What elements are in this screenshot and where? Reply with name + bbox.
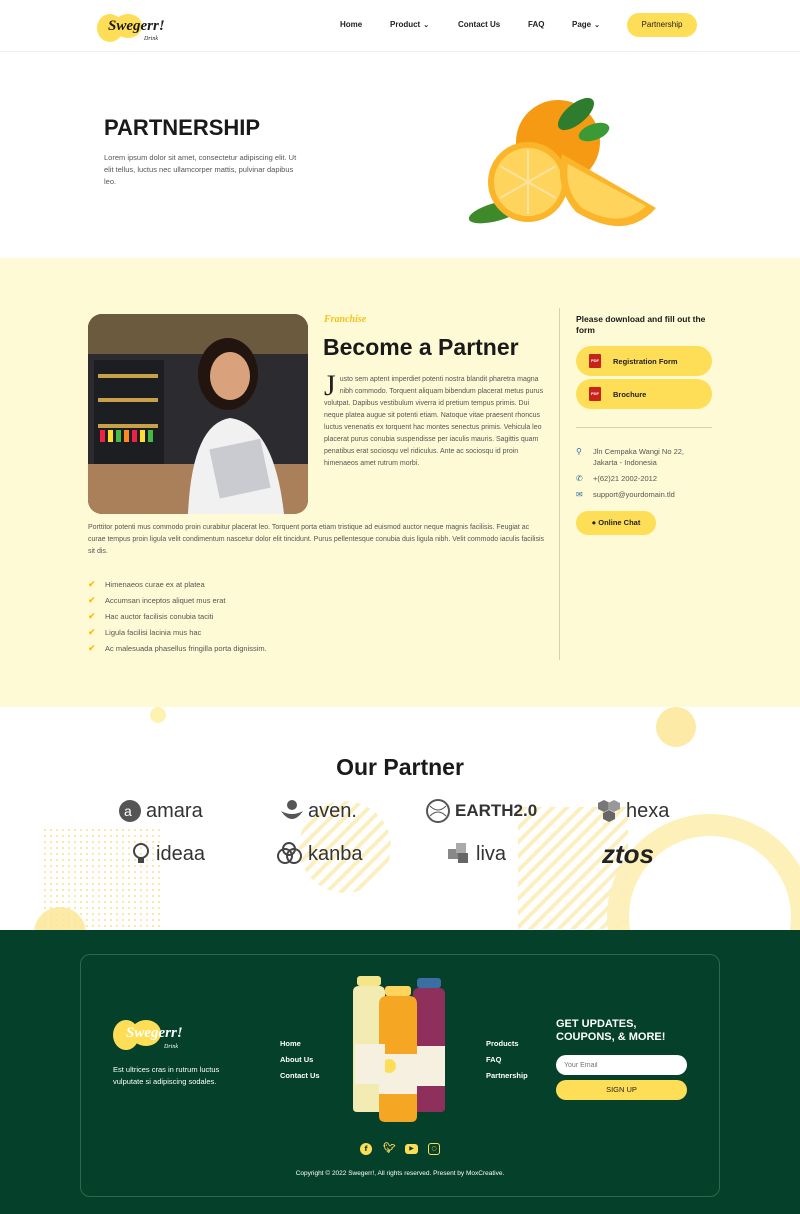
body-paragraph: Porttitor potenti mus commodo proin cura…: [88, 524, 545, 555]
svg-text:Swegerr!: Swegerr!: [126, 1025, 183, 1041]
chevron-down-icon: ⌄: [423, 22, 430, 29]
instagram-icon[interactable]: ○: [428, 1143, 440, 1155]
nav-contact[interactable]: Contact Us: [458, 20, 500, 29]
contact-email: ✉ support@yourdomain.tld: [576, 490, 675, 499]
footer-link-partnership[interactable]: Partnership: [486, 1071, 528, 1080]
contact-address: ⚲ Jln Cempaka Wangi No 22, Jakarta - Indo…: [576, 447, 685, 467]
list-item: ✔ Ac malesuada phasellus fringilla porta …: [88, 642, 267, 653]
mail-icon: ✉: [576, 490, 583, 499]
partner-logo-ztos: ztos: [602, 838, 654, 869]
check-icon: ✔: [88, 610, 96, 621]
vertical-divider: [559, 308, 560, 660]
partner-logo-ideaa: ideaa: [130, 840, 205, 868]
amara-icon: a: [119, 800, 141, 822]
drop-cap: J: [324, 369, 336, 402]
nav-page[interactable]: Page ⌄: [572, 20, 600, 29]
section-eyebrow: Franchise: [324, 314, 367, 325]
site-footer: Swegerr! Drink Est ultrices cras in rutr…: [0, 930, 800, 1214]
svg-text:a: a: [124, 803, 132, 819]
check-icon: ✔: [88, 626, 96, 637]
lightbulb-icon: [133, 843, 149, 863]
check-icon: ✔: [88, 578, 96, 589]
facebook-icon[interactable]: f: [360, 1143, 372, 1155]
twitter-icon[interactable]: 🐦︎: [383, 1143, 396, 1155]
list-item: ✔ Ligula facilisi lacinia mus hac: [88, 626, 202, 637]
footer-link-about[interactable]: About Us: [280, 1055, 313, 1064]
phone-icon: ✆: [576, 474, 583, 483]
newsletter-title: GET UPDATES, COUPONS, & MORE!: [556, 1018, 666, 1043]
pdf-icon: PDF: [589, 354, 601, 368]
svg-text:Drink: Drink: [143, 36, 158, 42]
hero-description: Lorem ipsum dolor sit amet, consectetur …: [104, 153, 297, 186]
hexagon-icon: [598, 800, 620, 822]
partner-logo-aven: aven.: [280, 797, 357, 825]
footer-logo[interactable]: Swegerr! Drink: [112, 1013, 196, 1053]
footer-link-faq[interactable]: FAQ: [486, 1055, 501, 1064]
partners-title: Our Partner: [336, 754, 464, 780]
intro-text: usto sem aptent imperdiet potenti nostra…: [324, 376, 544, 467]
check-icon: ✔: [88, 594, 96, 605]
juice-bottles-image: [353, 976, 445, 1122]
signup-button[interactable]: SIGN UP: [556, 1080, 687, 1100]
partner-logo-amara: a amara: [118, 797, 203, 825]
download-title: Please download and fill out the form: [576, 314, 706, 335]
site-header: Swegerr! Drink Home Product ⌄ Contact Us …: [0, 0, 800, 52]
globe-icon: [426, 799, 450, 823]
kanba-icon: [277, 842, 302, 864]
copyright: Copyright © 2022 Swegerr!, All rights re…: [295, 1170, 505, 1177]
section-title: Become a Partner: [323, 334, 519, 360]
partner-logo-liva: liva: [446, 840, 506, 868]
pdf-icon: PDF: [589, 387, 601, 401]
email-field[interactable]: [556, 1055, 687, 1075]
footer-link-home[interactable]: Home: [280, 1039, 301, 1048]
list-item: ✔ Himenaeos curae ex at platea: [88, 578, 205, 589]
registration-form-button[interactable]: PDF Registration Form: [576, 346, 712, 376]
svg-text:Drink: Drink: [163, 1044, 178, 1050]
youtube-icon[interactable]: ▶: [405, 1144, 418, 1154]
online-chat-button[interactable]: ● Online Chat: [576, 511, 656, 535]
contact-phone: ✆ +(62)21 2002-2012: [576, 474, 658, 483]
footer-description: Est ultrices cras in rutrum luctus vulpu…: [113, 1065, 220, 1086]
map-pin-icon: ⚲: [576, 447, 582, 456]
footer-link-contact[interactable]: Contact Us: [280, 1071, 320, 1080]
liva-icon: [448, 843, 468, 863]
partner-logo-kanba: kanba: [276, 840, 363, 868]
partner-logo-hexa: hexa: [596, 797, 669, 825]
chevron-down-icon: ⌄: [594, 22, 600, 29]
list-item: ✔ Accumsan inceptos aliquet mus erat: [88, 594, 226, 605]
become-partner-section: Franchise Become a Partner Justo sem apt…: [0, 258, 800, 707]
hero-section: PARTNERSHIP Lorem ipsum dolor sit amet, …: [0, 52, 800, 258]
check-icon: ✔: [88, 642, 96, 653]
benefits-list: ✔ Himenaeos curae ex at platea ✔ Accumsan …: [88, 576, 388, 656]
our-partner-section: Our Partner a amara aven. EARTH2.0 hexa …: [0, 707, 800, 930]
brand-logo[interactable]: Swegerr! Drink: [96, 8, 176, 44]
aven-icon: [281, 800, 303, 819]
partner-logo-earth: EARTH2.0: [425, 797, 537, 825]
svg-text:Swegerr!: Swegerr!: [108, 18, 165, 34]
horizontal-divider: [576, 427, 712, 428]
nav-faq[interactable]: FAQ: [528, 20, 544, 29]
brochure-button[interactable]: PDF Brochure: [576, 379, 712, 409]
oranges-image: [468, 97, 656, 227]
page-title: PARTNERSHIP: [104, 115, 261, 140]
nav-home[interactable]: Home: [340, 20, 362, 29]
partnership-button[interactable]: Partnership: [627, 13, 697, 37]
nav-product[interactable]: Product ⌄: [390, 20, 429, 29]
list-item: ✔ Hac auctor facilisis conubia taciti: [88, 610, 214, 621]
footer-link-products[interactable]: Products: [486, 1039, 519, 1048]
intro-paragraph: Justo sem aptent imperdiet potenti nostr…: [324, 369, 544, 470]
partner-photo: [88, 314, 308, 514]
